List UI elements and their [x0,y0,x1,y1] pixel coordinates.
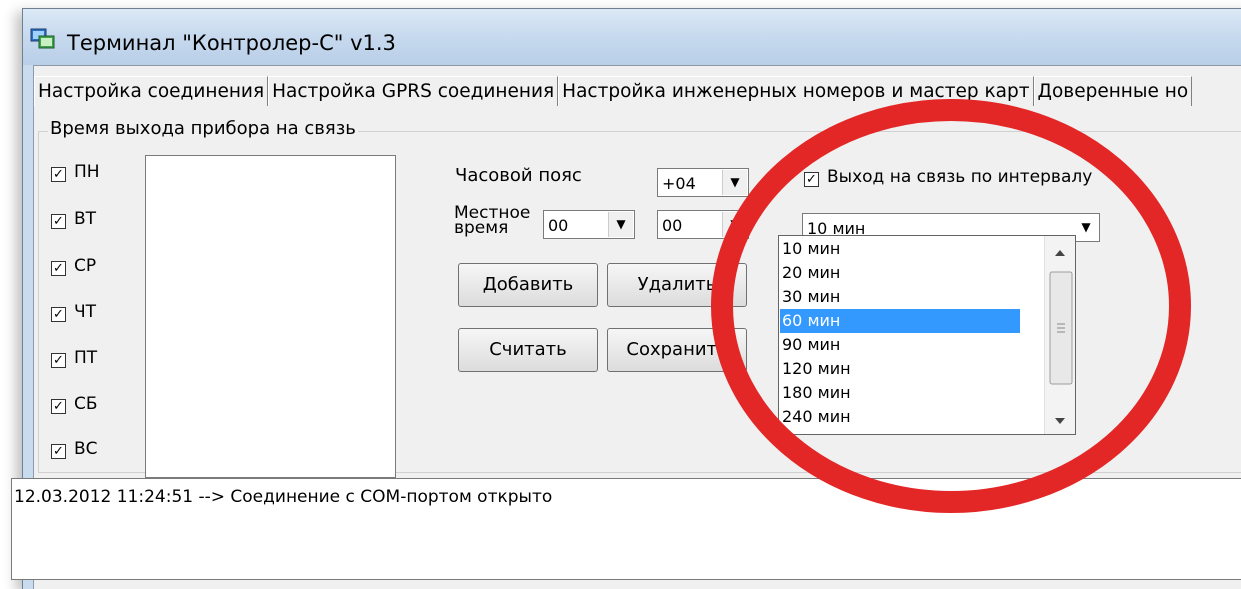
schedule-time-list[interactable] [145,155,396,478]
dropdown-option[interactable]: 90 мин [780,333,1020,357]
tab-connection-settings[interactable]: Настройка соединения [34,76,269,106]
terminal-app-icon [30,28,55,49]
day-checkbox-wed[interactable]: ✓ СР [51,256,96,276]
dropdown-option-highlighted[interactable]: 60 мин [780,309,1020,333]
save-button[interactable]: Сохранить [607,328,747,372]
local-minutes-select[interactable]: 00 ▼ [657,210,749,239]
delete-button[interactable]: Удалить [607,263,747,307]
dropdown-option[interactable]: 30 мин [780,285,1020,309]
checkbox-icon: ✓ [804,172,819,187]
day-checkbox-thu[interactable]: ✓ ЧТ [51,302,96,322]
local-time-label: Местное время [454,203,531,238]
day-checkbox-sun[interactable]: ✓ ВС [51,439,98,459]
chevron-down-icon[interactable]: ▼ [1074,215,1098,240]
checkbox-icon: ✓ [51,261,66,276]
interval-checkbox[interactable]: ✓ Выход на связь по интервалу [804,167,1092,187]
local-hours-select[interactable]: 00 ▼ [543,210,635,239]
dropdown-option[interactable]: 180 мин [780,381,1020,405]
checkbox-icon: ✓ [51,444,66,459]
dropdown-scrollbar[interactable] [1044,236,1075,434]
dropdown-option[interactable]: 120 мин [780,357,1020,381]
window-title: Терминал "Контролер-С" v1.3 [67,31,396,55]
dropdown-option[interactable]: 10 мин [780,237,1020,261]
day-checkbox-mon[interactable]: ✓ ПН [51,162,100,182]
day-checkbox-fri[interactable]: ✓ ПТ [51,348,97,368]
tab-gprs-settings[interactable]: Настройка GPRS соединения [268,76,559,106]
read-button[interactable]: Считать [458,328,598,372]
tab-strip: Настройка соединения Настройка GPRS соеди… [34,76,1193,106]
add-button[interactable]: Добавить [458,263,598,307]
dropdown-option[interactable]: 240 мин [780,405,1020,429]
chevron-down-icon[interactable]: ▼ [722,170,747,195]
schedule-group-title: Время выхода прибора на связь [48,118,358,139]
interval-dropdown-list: 10 мин 20 мин 30 мин 60 мин 90 мин 120 м… [778,235,1076,435]
checkbox-icon: ✓ [51,214,66,229]
day-checkbox-sat[interactable]: ✓ СБ [51,394,98,414]
dropdown-option[interactable]: 20 мин [780,261,1020,285]
tab-engineer-numbers[interactable]: Настройка инженерных номеров и мастер ка… [558,76,1034,106]
log-panel[interactable]: 12.03.2012 11:24:51 --> Соединение с COM… [11,478,1241,580]
checkbox-icon: ✓ [51,167,66,182]
checkbox-icon: ✓ [51,399,66,414]
log-line: 12.03.2012 11:24:51 --> Соединение с COM… [14,487,553,507]
scroll-up-icon[interactable] [1055,250,1065,256]
chevron-down-icon[interactable]: ▼ [722,212,747,237]
day-checkbox-tue[interactable]: ✓ ВТ [51,209,96,229]
scroll-down-icon[interactable] [1055,418,1065,424]
title-bar[interactable]: Терминал "Контролер-С" v1.3 [23,9,1241,65]
timezone-select[interactable]: +04 ▼ [657,168,749,197]
checkbox-icon: ✓ [51,353,66,368]
tab-trusted-numbers[interactable]: Доверенные но [1033,76,1193,106]
chevron-down-icon[interactable]: ▼ [608,212,633,237]
scrollbar-graphics [1049,250,1073,424]
checkbox-icon: ✓ [51,307,66,322]
timezone-label: Часовой пояс [455,165,582,186]
